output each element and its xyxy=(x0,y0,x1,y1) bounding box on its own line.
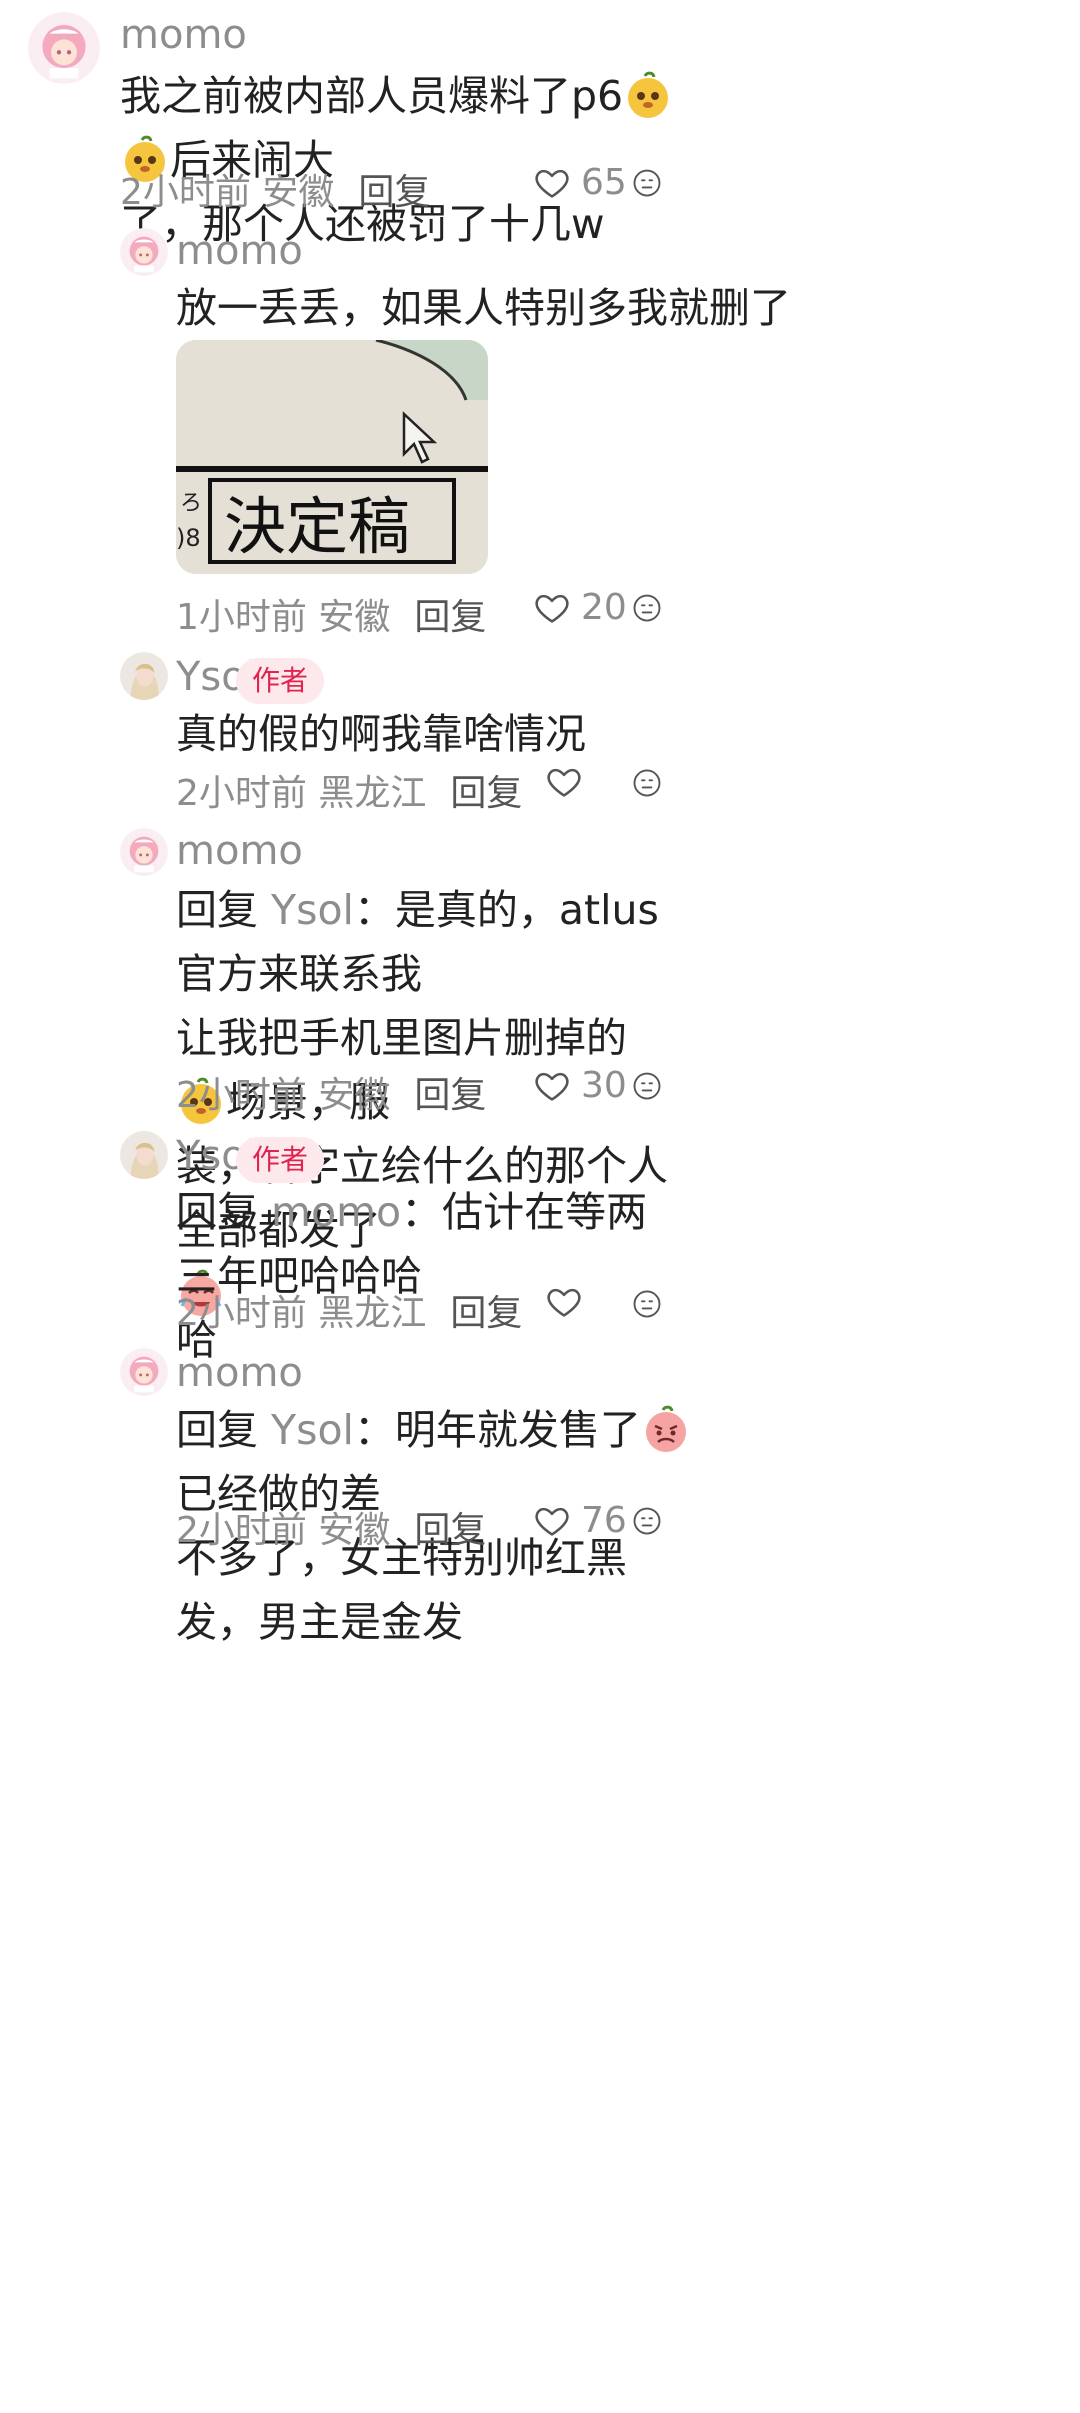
reply-target-name[interactable]: Ysol xyxy=(271,1406,354,1454)
timestamp-location: 2小时前 安徽 xyxy=(176,1510,391,1551)
timestamp-location: 2小时前 安徽 xyxy=(176,1075,391,1116)
like-count: 20 xyxy=(581,587,627,628)
timestamp-location: 2小时前 黑龙江 xyxy=(176,773,427,814)
dislike-icon[interactable] xyxy=(632,593,662,623)
dislike-icon[interactable] xyxy=(632,768,662,798)
comment-meta: 2小时前 黑龙江 回复 xyxy=(176,764,522,816)
svg-text:ろ: ろ xyxy=(180,491,202,516)
avatar-ysol-icon xyxy=(120,1131,168,1179)
comment-meta: 2小时前 安徽 回复 xyxy=(120,163,430,215)
heart-icon xyxy=(533,1502,571,1540)
like-button[interactable]: 30 xyxy=(533,1065,627,1106)
heart-icon xyxy=(533,589,571,627)
image-text: 決定稿 xyxy=(224,490,410,563)
reply-button[interactable]: 回复 xyxy=(450,773,522,814)
like-button[interactable]: 76 xyxy=(533,1500,627,1541)
like-count: 30 xyxy=(581,1065,627,1106)
pouting-emoji-icon xyxy=(641,1404,691,1454)
timestamp-location: 2小时前 黑龙江 xyxy=(176,1293,427,1334)
reply-button[interactable]: 回复 xyxy=(414,597,486,638)
author-badge: 作者 xyxy=(236,658,325,704)
like-count: 76 xyxy=(581,1500,627,1541)
avatar[interactable] xyxy=(120,652,168,700)
reply-button[interactable]: 回复 xyxy=(450,1293,522,1334)
reply-target-name[interactable]: momo xyxy=(271,1188,401,1236)
comment-meta: 1小时前 安徽 回复 xyxy=(176,588,486,640)
comment-meta: 2小时前 安徽 回复 xyxy=(176,1501,486,1553)
author-badge: 作者 xyxy=(236,1137,325,1183)
comment-text-part: ：明年就发售了 xyxy=(353,1406,641,1454)
reply-button[interactable]: 回复 xyxy=(358,172,430,213)
dislike-icon[interactable] xyxy=(632,1071,662,1101)
reply-prefix: 回复 xyxy=(176,886,258,934)
reply-button[interactable]: 回复 xyxy=(414,1075,486,1116)
reply-prefix: 回复 xyxy=(176,1406,258,1454)
comment-meta: 2小时前 黑龙江 回复 xyxy=(176,1284,522,1336)
reply-button[interactable]: 回复 xyxy=(414,1510,486,1551)
comment-meta: 2小时前 安徽 回复 xyxy=(176,1066,486,1118)
svg-text:)8: )8 xyxy=(176,524,201,552)
timestamp-location: 1小时前 安徽 xyxy=(176,597,391,638)
comment-text: 放一丢丢，如果人特别多我就删了 xyxy=(176,284,791,332)
comment-text-part: 让我把手机里图片删掉的 xyxy=(176,1014,627,1062)
avatar[interactable] xyxy=(120,1348,168,1396)
username[interactable]: momo xyxy=(176,228,303,274)
reply-target-name[interactable]: Ysol xyxy=(271,886,354,934)
heart-icon xyxy=(533,164,571,202)
like-button[interactable]: 65 xyxy=(533,162,627,203)
yellow-emoji-icon xyxy=(623,70,673,120)
like-button[interactable]: 20 xyxy=(533,587,627,628)
heart-icon[interactable] xyxy=(545,763,583,801)
document-photo: ろ )8 決定稿 xyxy=(176,340,488,574)
avatar[interactable] xyxy=(120,228,168,276)
timestamp-location: 2小时前 安徽 xyxy=(120,172,335,213)
username[interactable]: momo xyxy=(176,1350,303,1396)
avatar-momo-icon xyxy=(120,1348,168,1396)
avatar-momo-icon xyxy=(120,828,168,876)
comment-text: 回复 momo：估计在等两三年吧哈哈哈 哈 xyxy=(176,1180,676,1372)
dislike-icon[interactable] xyxy=(632,168,662,198)
avatar[interactable] xyxy=(120,1131,168,1179)
heart-icon[interactable] xyxy=(545,1283,583,1321)
username[interactable]: momo xyxy=(176,828,303,874)
avatar-momo-icon xyxy=(28,12,100,84)
dislike-icon[interactable] xyxy=(632,1289,662,1319)
heart-icon xyxy=(533,1067,571,1105)
reply-prefix: 回复 xyxy=(176,1188,258,1236)
dislike-icon[interactable] xyxy=(632,1506,662,1536)
avatar-momo-icon xyxy=(120,228,168,276)
avatar[interactable] xyxy=(28,12,100,84)
like-count: 65 xyxy=(581,162,627,203)
username[interactable]: momo xyxy=(120,12,247,58)
comment-text-part: 我之前被内部人员爆料了p6 xyxy=(120,72,624,120)
avatar-ysol-icon xyxy=(120,652,168,700)
avatar[interactable] xyxy=(120,828,168,876)
comment-text: 真的假的啊我靠啥情况 xyxy=(176,710,586,758)
comment-image[interactable]: ろ )8 決定稿 xyxy=(176,340,488,574)
